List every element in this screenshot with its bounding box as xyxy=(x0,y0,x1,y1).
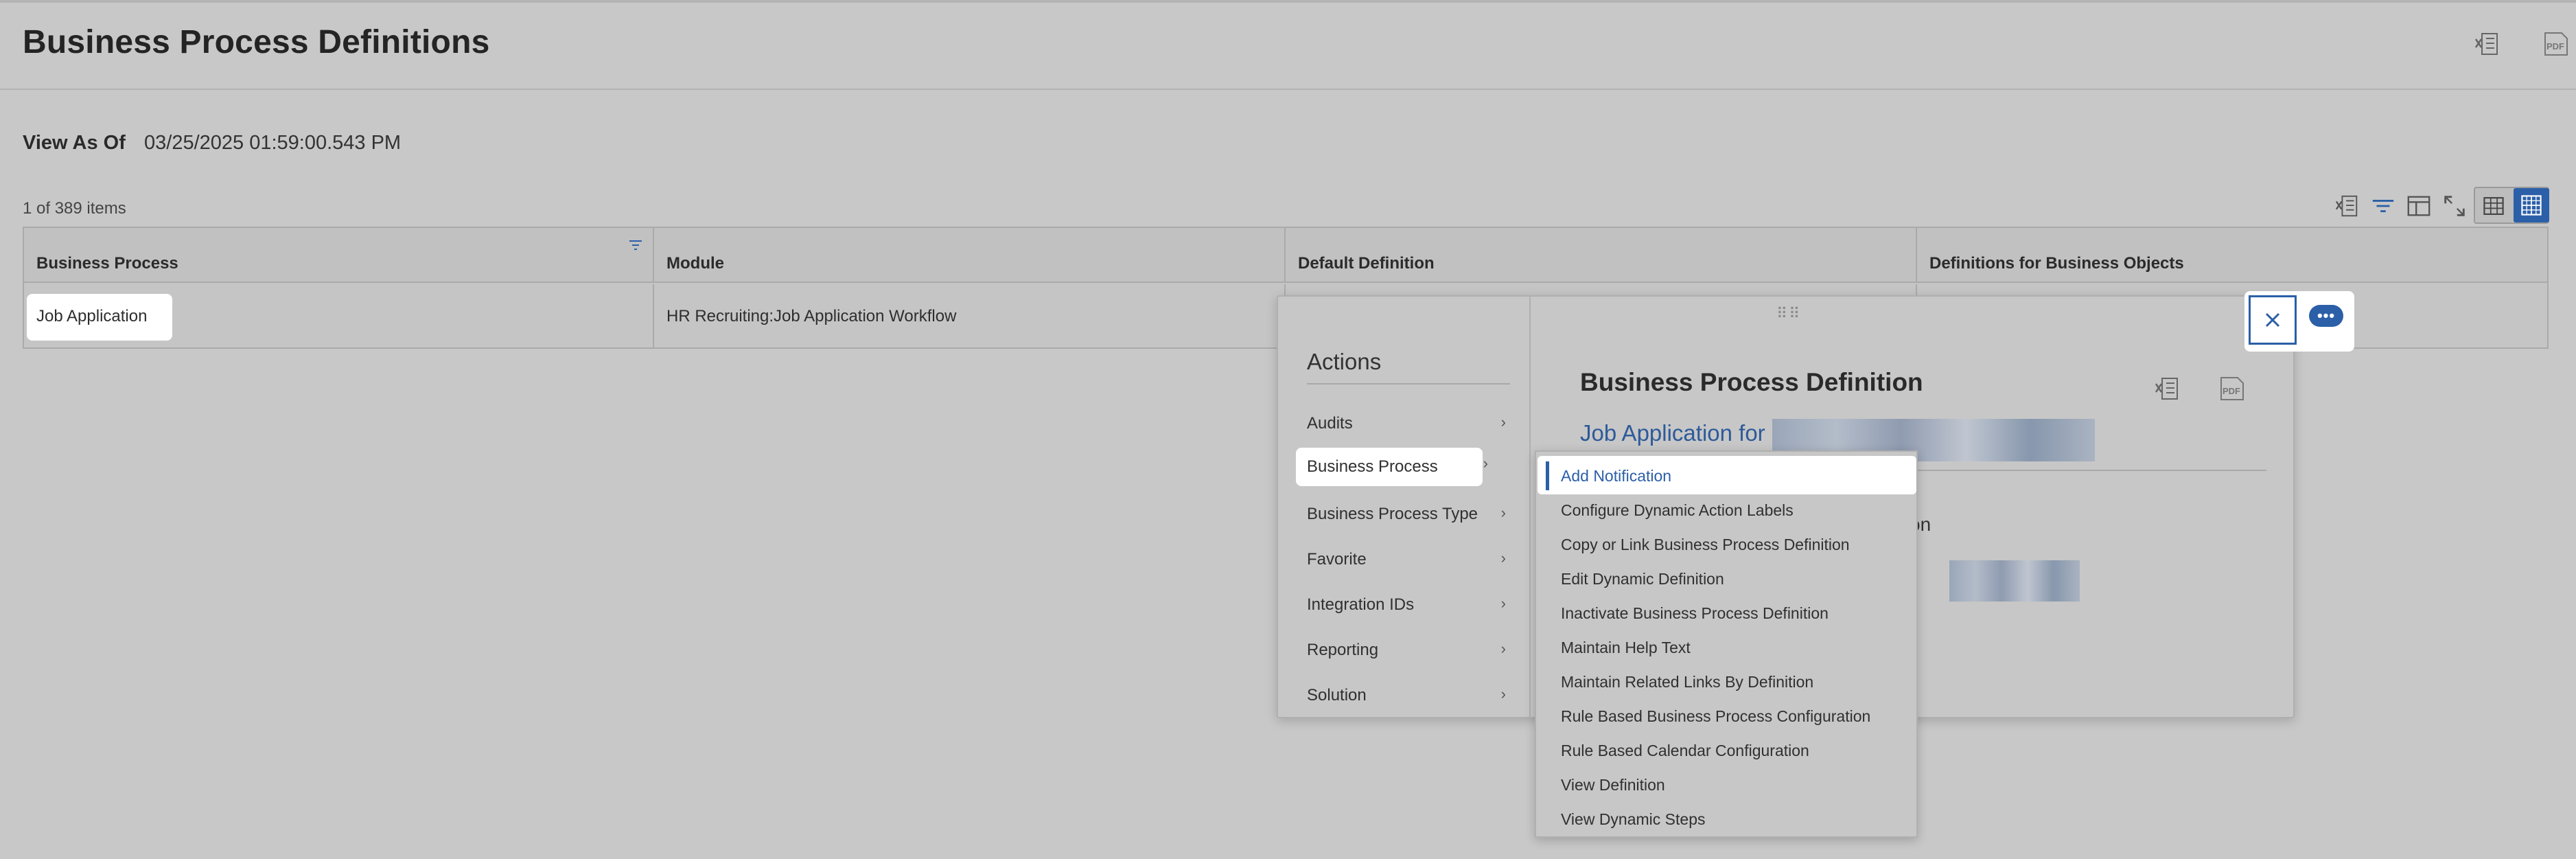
related-panel-link[interactable]: Job Application for xyxy=(1580,420,1765,446)
submenu-selection-bar xyxy=(1546,461,1549,490)
cell-business-process: Job Application xyxy=(24,284,654,349)
export-excel-icon[interactable] xyxy=(2471,27,2504,60)
panel-export-pdf-icon[interactable]: PDF xyxy=(2216,372,2249,405)
submenu-item-view-definition[interactable]: View Definition xyxy=(1561,768,1665,802)
pdf-icon-label: PDF xyxy=(2546,41,2564,51)
action-item-business-process[interactable]: Business Process › xyxy=(1296,448,1488,486)
export-pdf-icon[interactable]: PDF xyxy=(2540,27,2573,60)
column-layout-icon[interactable] xyxy=(2405,192,2433,220)
chevron-right-icon: › xyxy=(1500,595,1506,612)
view-toggle-group xyxy=(2474,187,2549,224)
fullscreen-icon[interactable] xyxy=(2441,192,2468,220)
chevron-right-icon: › xyxy=(1500,413,1506,431)
business-process-submenu: Add Notification Configure Dynamic Actio… xyxy=(1535,450,1918,838)
column-header-default-definition[interactable]: Default Definition xyxy=(1286,228,1917,283)
chevron-right-icon: › xyxy=(1500,549,1506,566)
actions-divider xyxy=(1307,383,1510,385)
action-item-label: Favorite xyxy=(1307,550,1367,569)
actions-menu: Actions Audits › Business Process › Busine… xyxy=(1278,297,1531,717)
submenu-item-view-dynamic-steps[interactable]: View Dynamic Steps xyxy=(1561,802,1706,836)
chevron-right-icon: › xyxy=(1500,640,1506,657)
submenu-item-maintain-help-text[interactable]: Maintain Help Text xyxy=(1561,630,1691,665)
action-item-audits[interactable]: Audits › xyxy=(1307,406,1506,441)
cell-module: HR Recruiting:Job Application Workflow xyxy=(654,284,1286,349)
popup-controls: ••• xyxy=(2244,291,2354,352)
action-item-label: Business Process Type xyxy=(1307,505,1478,523)
header-divider xyxy=(0,89,2576,90)
column-header-definitions-for-business-objects[interactable]: Definitions for Business Objects xyxy=(1917,228,2547,283)
more-icon: ••• xyxy=(2317,307,2336,324)
close-button[interactable] xyxy=(2249,295,2297,345)
panel-export-excel-icon[interactable] xyxy=(2151,372,2184,405)
chevron-right-icon: › xyxy=(1500,685,1506,702)
table-header: Business Process Module Default Definiti… xyxy=(24,228,2547,283)
column-filter-icon[interactable] xyxy=(628,238,643,253)
chevron-right-icon: › xyxy=(1483,455,1488,472)
view-as-of-value: 03/25/2025 01:59:00.543 PM xyxy=(144,132,402,154)
submenu-item-maintain-related-links[interactable]: Maintain Related Links By Definition xyxy=(1561,665,1813,699)
submenu-item-configure-dynamic-action-labels[interactable]: Configure Dynamic Action Labels xyxy=(1561,493,1794,527)
table-view-icon[interactable] xyxy=(2478,191,2509,221)
action-item-integration-ids[interactable]: Integration IDs › xyxy=(1307,588,1506,622)
action-item-label: Audits xyxy=(1307,414,1353,433)
column-header-label: Business Process xyxy=(36,254,178,273)
items-count: 1 of 389 items xyxy=(23,199,126,218)
action-item-label: Solution xyxy=(1307,686,1367,705)
action-item-reporting[interactable]: Reporting › xyxy=(1307,633,1506,667)
table-export-excel-icon[interactable] xyxy=(2334,192,2361,220)
drag-handle-icon[interactable]: ⠿⠿ xyxy=(1776,305,1801,323)
submenu-item-rule-based-bp-configuration[interactable]: Rule Based Business Process Configuratio… xyxy=(1561,699,1870,733)
redacted-text xyxy=(1949,560,2080,602)
job-application-link[interactable]: Job Application xyxy=(36,307,147,326)
action-item-solution[interactable]: Solution › xyxy=(1307,678,1506,713)
top-border xyxy=(0,0,2576,3)
column-header-label: Default Definition xyxy=(1298,254,1435,273)
column-header-module[interactable]: Module xyxy=(654,228,1286,283)
action-item-business-process-type[interactable]: Business Process Type › xyxy=(1307,497,1506,531)
submenu-item-rule-based-calendar-configuration[interactable]: Rule Based Calendar Configuration xyxy=(1561,733,1809,768)
submenu-item-edit-dynamic-definition[interactable]: Edit Dynamic Definition xyxy=(1561,562,1724,596)
submenu-item-add-notification[interactable]: Add Notification xyxy=(1561,459,1671,493)
actions-title: Actions xyxy=(1307,349,1382,374)
close-icon xyxy=(2265,312,2280,328)
action-item-label: Reporting xyxy=(1307,641,1379,659)
page-title: Business Process Definitions xyxy=(23,24,490,60)
action-item-favorite[interactable]: Favorite › xyxy=(1307,542,1506,577)
filter-icon[interactable] xyxy=(2369,192,2397,220)
column-header-label: Definitions for Business Objects xyxy=(1929,254,2184,273)
submenu-item-inactivate-definition[interactable]: Inactivate Business Process Definition xyxy=(1561,596,1829,630)
chevron-right-icon: › xyxy=(1500,504,1506,521)
column-header-business-process[interactable]: Business Process xyxy=(24,228,654,283)
column-header-label: Module xyxy=(666,254,724,273)
action-item-label: Integration IDs xyxy=(1307,595,1415,614)
related-panel-title: Business Process Definition xyxy=(1580,368,1923,396)
more-actions-button[interactable]: ••• xyxy=(2309,305,2343,327)
pdf-icon-label: PDF xyxy=(2223,386,2240,396)
action-item-label: Business Process xyxy=(1307,457,1438,476)
submenu-item-copy-or-link-definition[interactable]: Copy or Link Business Process Definition xyxy=(1561,527,1850,562)
view-as-of-label: View As Of xyxy=(23,132,126,154)
grid-view-icon[interactable] xyxy=(2514,188,2549,222)
